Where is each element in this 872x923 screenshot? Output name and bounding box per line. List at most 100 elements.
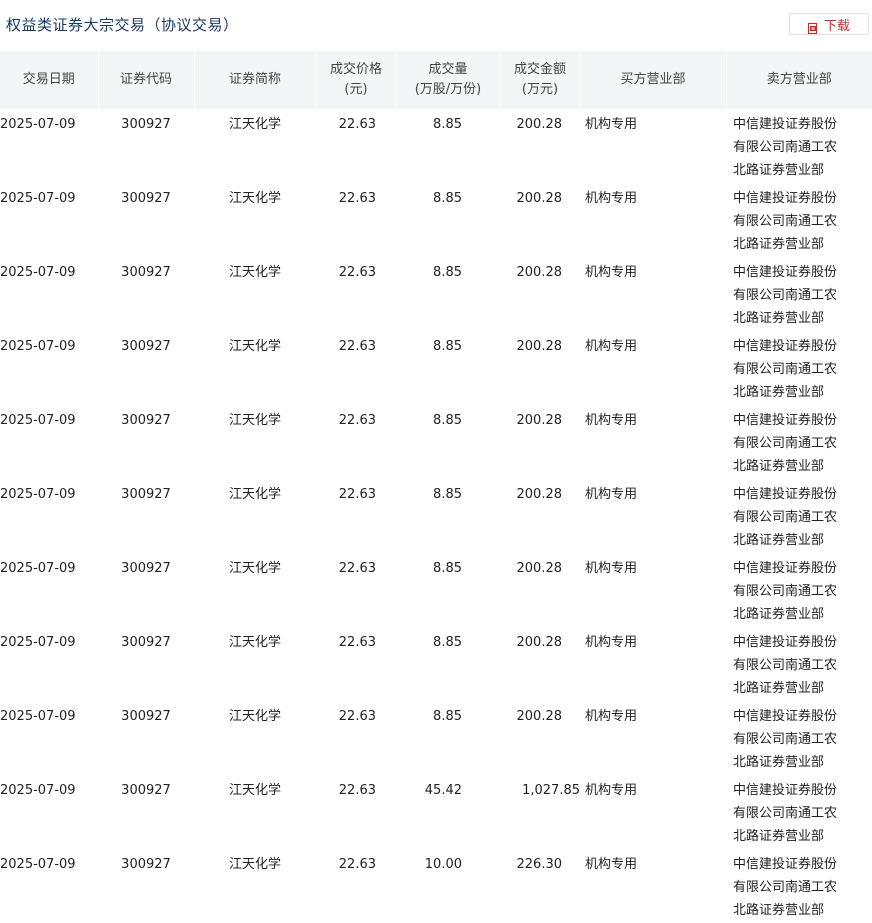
amount-cell: 200.28 <box>500 257 580 331</box>
security-code-cell: 300927 <box>98 183 194 257</box>
price-cell: 22.63 <box>316 849 396 923</box>
seller-branch-text: 中信建投证券股份有限公司南通工农北路证券营业部 <box>733 187 845 256</box>
amount-cell: 200.28 <box>500 183 580 257</box>
amount-cell: 200.28 <box>500 553 580 627</box>
price-cell: 22.63 <box>316 701 396 775</box>
price-cell: 22.63 <box>316 775 396 849</box>
table-row: 2025-07-09300927江天化学22.638.85200.28机构专用中… <box>0 331 872 405</box>
trade-date-cell: 2025-07-09 <box>0 183 98 257</box>
table-row: 2025-07-09300927江天化学22.638.85200.28机构专用中… <box>0 405 872 479</box>
seller-branch-cell: 中信建投证券股份有限公司南通工农北路证券营业部 <box>726 701 872 775</box>
security-name-cell: 江天化学 <box>194 479 316 553</box>
trade-date-cell: 2025-07-09 <box>0 331 98 405</box>
volume-cell: 8.85 <box>396 701 500 775</box>
security-name-cell: 江天化学 <box>194 775 316 849</box>
block-trade-table: 交易日期证券代码证券简称成交价格(元)成交量(万股/万份)成交金额(万元)买方营… <box>0 51 872 923</box>
security-name-cell: 江天化学 <box>194 109 316 183</box>
price-cell: 22.63 <box>316 479 396 553</box>
trade-date-cell: 2025-07-09 <box>0 405 98 479</box>
column-header-label: 证券简称 <box>195 70 316 90</box>
security-name-cell: 江天化学 <box>194 849 316 923</box>
seller-branch-text: 中信建投证券股份有限公司南通工农北路证券营业部 <box>733 483 845 552</box>
security-code-cell: 300927 <box>98 553 194 627</box>
volume-cell: 8.85 <box>396 331 500 405</box>
table-row: 2025-07-09300927江天化学22.638.85200.28机构专用中… <box>0 183 872 257</box>
seller-branch-text: 中信建投证券股份有限公司南通工农北路证券营业部 <box>733 631 845 700</box>
amount-cell: 200.28 <box>500 627 580 701</box>
seller-branch-text: 中信建投证券股份有限公司南通工农北路证券营业部 <box>733 779 845 848</box>
volume-cell: 8.85 <box>396 405 500 479</box>
security-name-cell: 江天化学 <box>194 183 316 257</box>
volume-cell: 8.85 <box>396 109 500 183</box>
trade-date-cell: 2025-07-09 <box>0 553 98 627</box>
download-button[interactable]: 下载 <box>789 13 869 35</box>
price-cell: 22.63 <box>316 405 396 479</box>
table-row: 2025-07-09300927江天化学22.638.85200.28机构专用中… <box>0 479 872 553</box>
seller-branch-cell: 中信建投证券股份有限公司南通工农北路证券营业部 <box>726 257 872 331</box>
amount-cell: 200.28 <box>500 405 580 479</box>
trade-date-cell: 2025-07-09 <box>0 257 98 331</box>
seller-branch-text: 中信建投证券股份有限公司南通工农北路证券营业部 <box>733 261 845 330</box>
table-row: 2025-07-09300927江天化学22.6310.00226.30机构专用… <box>0 849 872 923</box>
column-header-label: 成交量 <box>397 60 500 80</box>
buyer-branch-cell: 机构专用 <box>580 849 726 923</box>
column-header-label: 买方营业部 <box>581 70 726 90</box>
trade-date-cell: 2025-07-09 <box>0 627 98 701</box>
price-cell: 22.63 <box>316 109 396 183</box>
volume-cell: 45.42 <box>396 775 500 849</box>
trade-date-cell: 2025-07-09 <box>0 849 98 923</box>
column-header-label: 交易日期 <box>0 70 98 90</box>
volume-cell: 8.85 <box>396 479 500 553</box>
table-row: 2025-07-09300927江天化学22.638.85200.28机构专用中… <box>0 553 872 627</box>
buyer-branch-cell: 机构专用 <box>580 109 726 183</box>
security-name-cell: 江天化学 <box>194 331 316 405</box>
buyer-branch-cell: 机构专用 <box>580 553 726 627</box>
column-header-unit: (万股/万份) <box>397 80 500 100</box>
table-row: 2025-07-09300927江天化学22.638.85200.28机构专用中… <box>0 257 872 331</box>
column-header-seller-branch: 卖方营业部 <box>726 51 872 109</box>
column-header-unit: (元) <box>317 80 396 100</box>
buyer-branch-cell: 机构专用 <box>580 405 726 479</box>
security-name-cell: 江天化学 <box>194 701 316 775</box>
seller-branch-text: 中信建投证券股份有限公司南通工农北路证券营业部 <box>733 557 845 626</box>
column-header-label: 成交金额 <box>501 60 580 80</box>
seller-branch-cell: 中信建投证券股份有限公司南通工农北路证券营业部 <box>726 627 872 701</box>
security-code-cell: 300927 <box>98 109 194 183</box>
column-header-volume: 成交量(万股/万份) <box>396 51 500 109</box>
security-code-cell: 300927 <box>98 479 194 553</box>
seller-branch-cell: 中信建投证券股份有限公司南通工农北路证券营业部 <box>726 479 872 553</box>
seller-branch-cell: 中信建投证券股份有限公司南通工农北路证券营业部 <box>726 405 872 479</box>
security-name-cell: 江天化学 <box>194 553 316 627</box>
trade-date-cell: 2025-07-09 <box>0 701 98 775</box>
table-body: 2025-07-09300927江天化学22.638.85200.28机构专用中… <box>0 109 872 923</box>
seller-branch-cell: 中信建投证券股份有限公司南通工农北路证券营业部 <box>726 331 872 405</box>
amount-cell: 200.28 <box>500 701 580 775</box>
seller-branch-cell: 中信建投证券股份有限公司南通工农北路证券营业部 <box>726 849 872 923</box>
column-header-label: 证券代码 <box>99 70 194 90</box>
seller-branch-cell: 中信建投证券股份有限公司南通工农北路证券营业部 <box>726 183 872 257</box>
page-title: 权益类证券大宗交易（协议交易） <box>6 14 239 35</box>
column-header-price: 成交价格(元) <box>316 51 396 109</box>
column-header-security-code: 证券代码 <box>98 51 194 109</box>
price-cell: 22.63 <box>316 331 396 405</box>
security-name-cell: 江天化学 <box>194 257 316 331</box>
amount-cell: 226.30 <box>500 849 580 923</box>
security-code-cell: 300927 <box>98 331 194 405</box>
security-code-cell: 300927 <box>98 627 194 701</box>
security-code-cell: 300927 <box>98 849 194 923</box>
page-header: 权益类证券大宗交易（协议交易） 下载 <box>0 0 872 50</box>
amount-cell: 1,027.85 <box>500 775 580 849</box>
buyer-branch-cell: 机构专用 <box>580 479 726 553</box>
column-header-unit: (万元) <box>501 80 580 100</box>
security-code-cell: 300927 <box>98 257 194 331</box>
column-header-security-name: 证券简称 <box>194 51 316 109</box>
amount-cell: 200.28 <box>500 331 580 405</box>
security-code-cell: 300927 <box>98 405 194 479</box>
volume-cell: 8.85 <box>396 183 500 257</box>
table-header-row: 交易日期证券代码证券简称成交价格(元)成交量(万股/万份)成交金额(万元)买方营… <box>0 51 872 109</box>
price-cell: 22.63 <box>316 183 396 257</box>
column-header-trade-date: 交易日期 <box>0 51 98 109</box>
buyer-branch-cell: 机构专用 <box>580 775 726 849</box>
table-row: 2025-07-09300927江天化学22.6345.421,027.85机构… <box>0 775 872 849</box>
table-row: 2025-07-09300927江天化学22.638.85200.28机构专用中… <box>0 627 872 701</box>
